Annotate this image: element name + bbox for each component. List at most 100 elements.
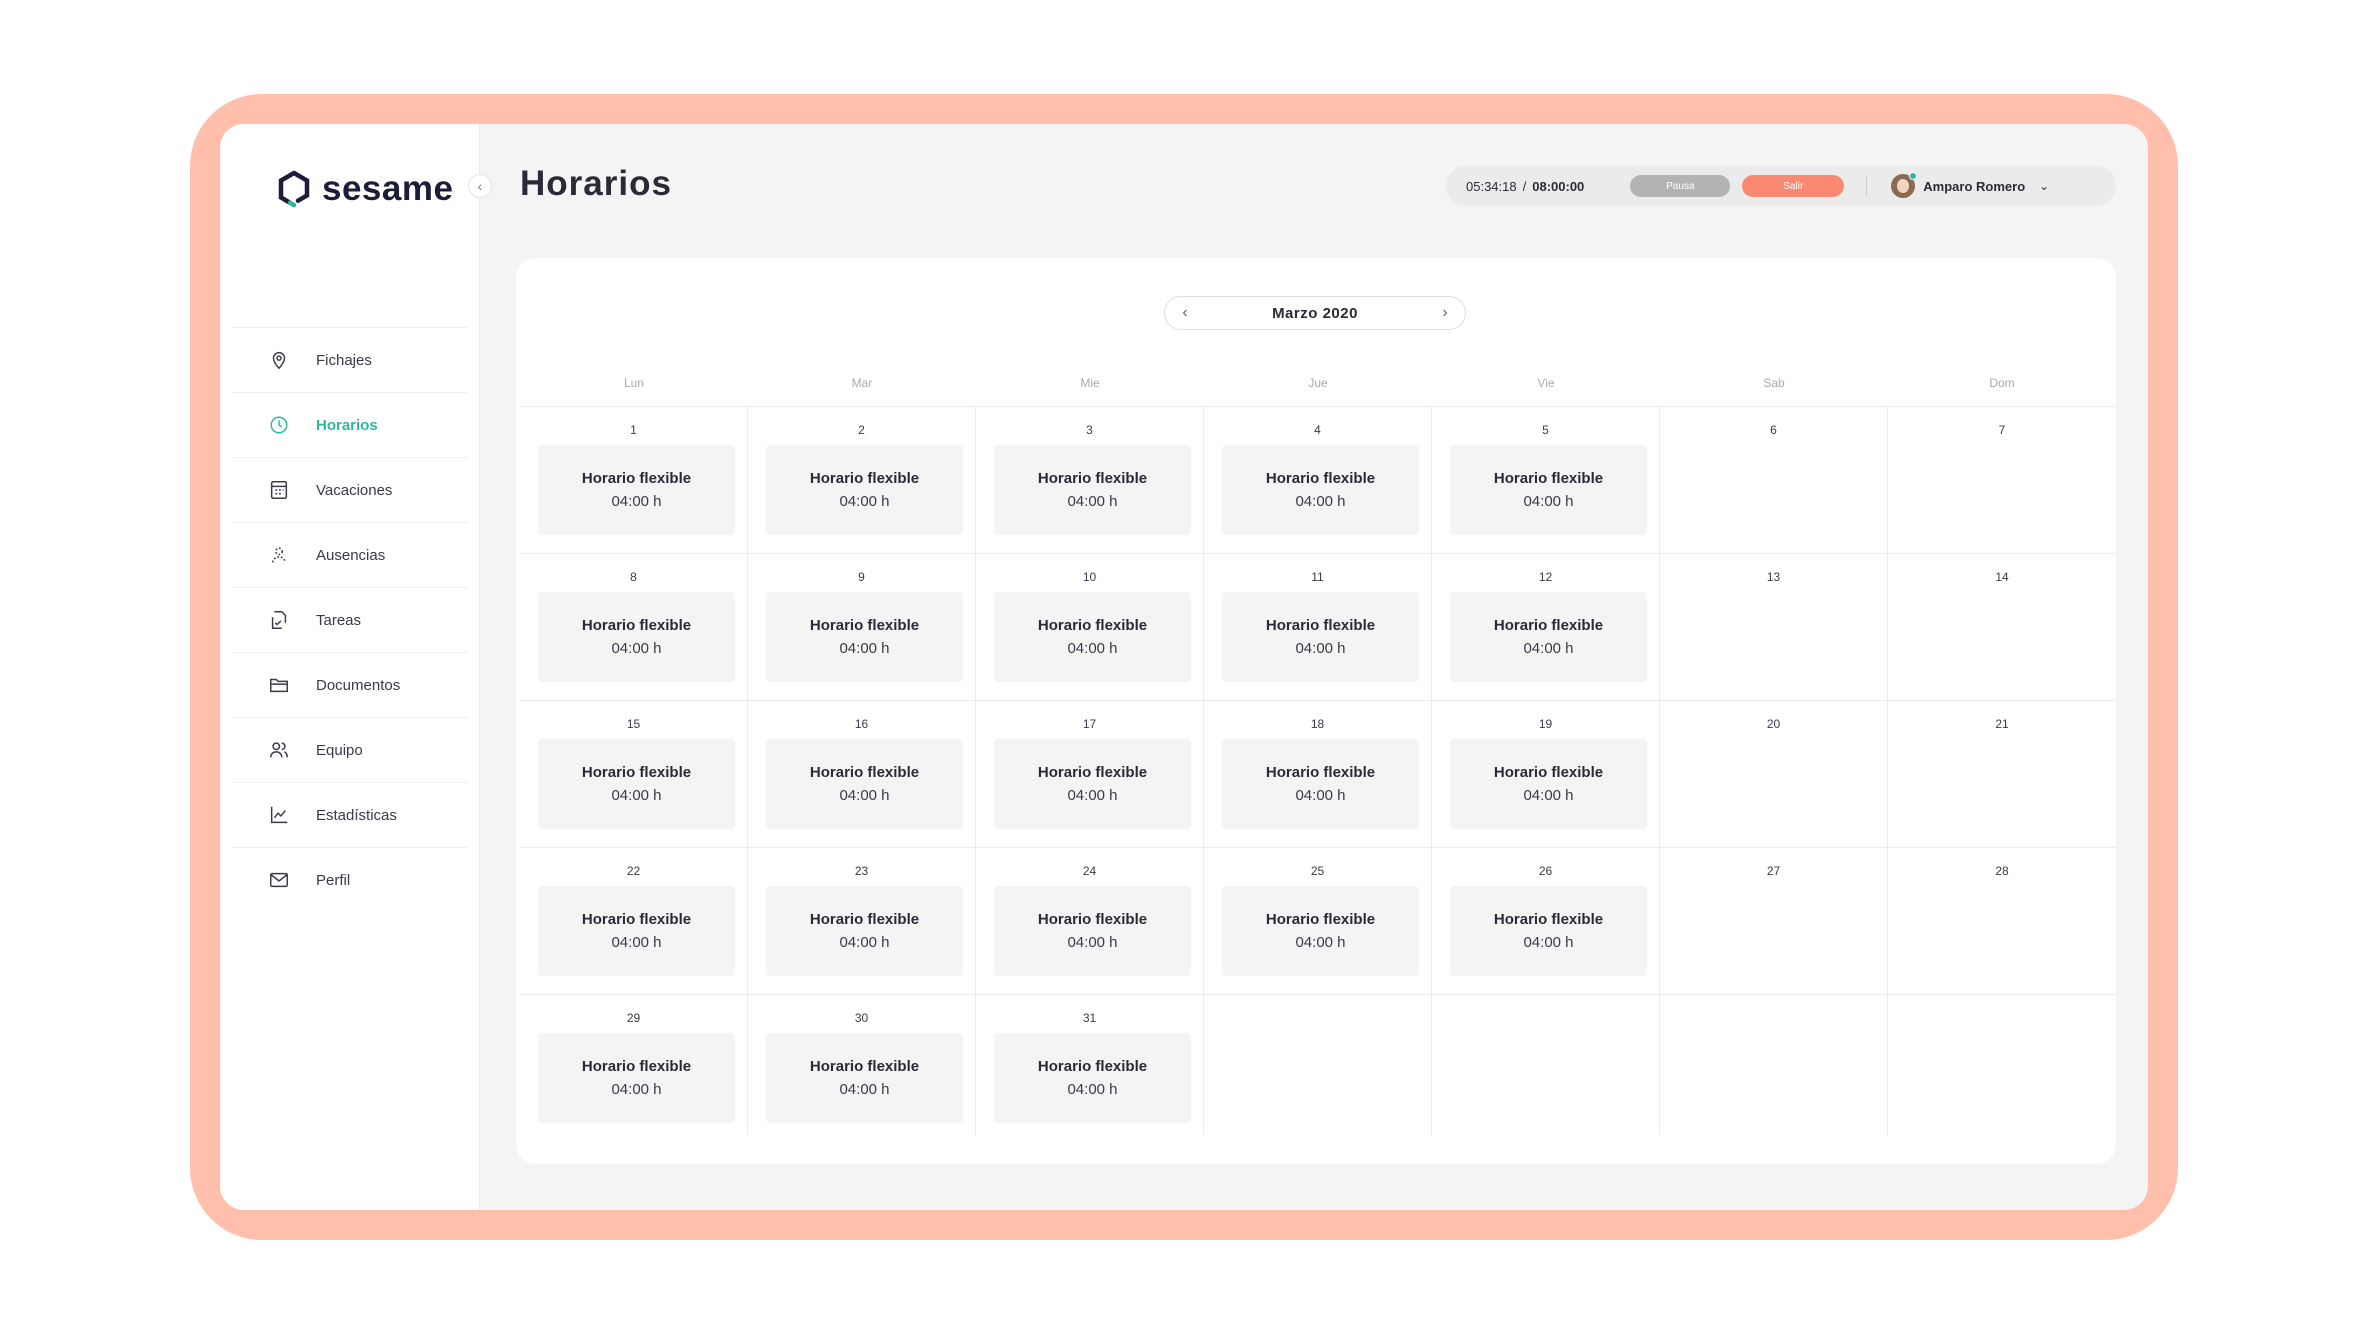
shift-title: Horario flexible [1265, 911, 1376, 928]
shift-title: Horario flexible [1037, 911, 1148, 928]
shift-block[interactable]: Horario flexible 04:00 h [766, 592, 963, 682]
shift-block[interactable]: Horario flexible 04:00 h [766, 886, 963, 976]
shift-title: Horario flexible [1493, 470, 1604, 487]
shift-block[interactable]: Horario flexible 04:00 h [1450, 886, 1647, 976]
shift-block[interactable]: Horario flexible 04:00 h [538, 886, 735, 976]
day-number: 26 [1538, 864, 1553, 878]
calendar-day[interactable]: 10 Horario flexible 04:00 h [976, 553, 1204, 700]
shift-block[interactable]: Horario flexible 04:00 h [1450, 445, 1647, 535]
shift-block[interactable]: Horario flexible 04:00 h [538, 739, 735, 829]
shift-block[interactable]: Horario flexible 04:00 h [994, 592, 1191, 682]
calendar-day[interactable]: 23 Horario flexible 04:00 h [748, 847, 976, 994]
total-time: 08:00:00 [1532, 178, 1585, 194]
calendar-day[interactable]: 1 Horario flexible 04:00 h [520, 406, 748, 553]
calendar-day[interactable]: 31 Horario flexible 04:00 h [976, 994, 1204, 1135]
calendar-day[interactable]: 6 [1660, 406, 1888, 553]
shift-block[interactable]: Horario flexible 04:00 h [994, 445, 1191, 535]
calendar-day[interactable]: 17 Horario flexible 04:00 h [976, 700, 1204, 847]
day-number: 12 [1538, 570, 1553, 584]
calendar-day[interactable]: 4 Horario flexible 04:00 h [1204, 406, 1432, 553]
sidebar-item-vacaciones[interactable]: Vacaciones [232, 457, 468, 522]
month-label: Marzo 2020 [1272, 304, 1358, 322]
sidebar-item-equipo[interactable]: Equipo [232, 717, 468, 782]
calendar-day[interactable]: 16 Horario flexible 04:00 h [748, 700, 976, 847]
shift-hours: 04:00 h [1067, 934, 1118, 951]
shift-title: Horario flexible [1037, 470, 1148, 487]
user-menu[interactable]: Amparo Romero ⌄ [1891, 172, 2050, 198]
calendar-day[interactable]: 12 Horario flexible 04:00 h [1432, 553, 1660, 700]
shift-block[interactable]: Horario flexible 04:00 h [766, 739, 963, 829]
shift-block[interactable]: Horario flexible 04:00 h [994, 1033, 1191, 1123]
shift-block[interactable]: Horario flexible 04:00 h [766, 1033, 963, 1123]
calendar-day[interactable]: 20 [1660, 700, 1888, 847]
calendar-day[interactable]: 11 Horario flexible 04:00 h [1204, 553, 1432, 700]
prev-month-button[interactable]: ‹ [1177, 304, 1193, 322]
calendar-day[interactable]: 24 Horario flexible 04:00 h [976, 847, 1204, 994]
weekday-label: Mar [851, 376, 873, 390]
shift-block[interactable]: Horario flexible 04:00 h [538, 1033, 735, 1123]
calendar-day[interactable]: 28 [1888, 847, 2116, 994]
weekday-label: Vie [1537, 376, 1555, 390]
pause-button[interactable]: Pausa [1630, 175, 1731, 197]
calendar-day[interactable]: 5 Horario flexible 04:00 h [1432, 406, 1660, 553]
calendar-day[interactable]: 18 Horario flexible 04:00 h [1204, 700, 1432, 847]
day-number: 29 [626, 1011, 641, 1025]
calendar-day[interactable]: 27 [1660, 847, 1888, 994]
sidebar-item-fichajes[interactable]: Fichajes [232, 327, 468, 392]
calendar-day[interactable]: 25 Horario flexible 04:00 h [1204, 847, 1432, 994]
shift-block[interactable]: Horario flexible 04:00 h [1450, 592, 1647, 682]
shift-block[interactable]: Horario flexible 04:00 h [538, 445, 735, 535]
calendar-day[interactable]: 21 [1888, 700, 2116, 847]
calendar-day[interactable]: 13 [1660, 553, 1888, 700]
user-name: Amparo Romero [1923, 178, 2026, 194]
sidebar-item-tareas[interactable]: Tareas [232, 587, 468, 652]
calendar-day[interactable]: 8 Horario flexible 04:00 h [520, 553, 748, 700]
collapse-sidebar-button[interactable]: ‹ [468, 174, 492, 198]
divider [1866, 175, 1868, 197]
shift-block[interactable]: Horario flexible 04:00 h [994, 739, 1191, 829]
page-title: Horarios [520, 164, 672, 203]
shift-block[interactable]: Horario flexible 04:00 h [538, 592, 735, 682]
day-number: 1 [630, 423, 637, 437]
shift-block[interactable]: Horario flexible 04:00 h [766, 445, 963, 535]
calendar-day[interactable]: 9 Horario flexible 04:00 h [748, 553, 976, 700]
calendar-day[interactable]: 14 [1888, 553, 2116, 700]
shift-title: Horario flexible [1493, 617, 1604, 634]
calendar-day[interactable]: 26 Horario flexible 04:00 h [1432, 847, 1660, 994]
shift-title: Horario flexible [1265, 764, 1376, 781]
sidebar-item-label: Ausencias [316, 546, 386, 564]
shift-block[interactable]: Horario flexible 04:00 h [1222, 739, 1419, 829]
shift-title: Horario flexible [581, 911, 692, 928]
shift-block[interactable]: Horario flexible 04:00 h [994, 886, 1191, 976]
day-number: 27 [1766, 864, 1781, 878]
day-number: 14 [1995, 570, 2009, 584]
logo[interactable]: sesame [276, 166, 453, 212]
calendar-day[interactable]: 22 Horario flexible 04:00 h [520, 847, 748, 994]
calendar-day[interactable]: 7 [1888, 406, 2116, 553]
calendar-day [1432, 994, 1660, 1135]
weekday-label: Dom [1989, 376, 2015, 390]
next-month-button[interactable]: › [1437, 304, 1453, 322]
calendar-day[interactable]: 15 Horario flexible 04:00 h [520, 700, 748, 847]
calendar-day[interactable]: 2 Horario flexible 04:00 h [748, 406, 976, 553]
shift-hours: 04:00 h [1523, 934, 1574, 951]
sidebar-item-perfil[interactable]: Perfil [232, 847, 468, 912]
sidebar-item-horarios[interactable]: Horarios [232, 392, 468, 457]
calendar-day[interactable]: 30 Horario flexible 04:00 h [748, 994, 976, 1135]
day-number: 31 [1082, 1011, 1097, 1025]
sidebar-item-documentos[interactable]: Documentos [232, 652, 468, 717]
folder-icon [270, 678, 288, 693]
calendar-day[interactable]: 29 Horario flexible 04:00 h [520, 994, 748, 1135]
chevron-down-icon: ⌄ [2039, 179, 2050, 193]
sidebar-item-estadisticas[interactable]: Estadísticas [232, 782, 468, 847]
exit-button[interactable]: Salir [1742, 175, 1845, 197]
calendar-day[interactable]: 3 Horario flexible 04:00 h [976, 406, 1204, 553]
shift-block[interactable]: Horario flexible 04:00 h [1222, 886, 1419, 976]
shift-block[interactable]: Horario flexible 04:00 h [1222, 592, 1419, 682]
shift-block[interactable]: Horario flexible 04:00 h [1222, 445, 1419, 535]
sidebar-item-label: Fichajes [316, 351, 372, 369]
sidebar-item-ausencias[interactable]: Ausencias [232, 522, 468, 587]
calendar-day[interactable]: 19 Horario flexible 04:00 h [1432, 700, 1660, 847]
shift-hours: 04:00 h [1295, 934, 1346, 951]
shift-block[interactable]: Horario flexible 04:00 h [1450, 739, 1647, 829]
